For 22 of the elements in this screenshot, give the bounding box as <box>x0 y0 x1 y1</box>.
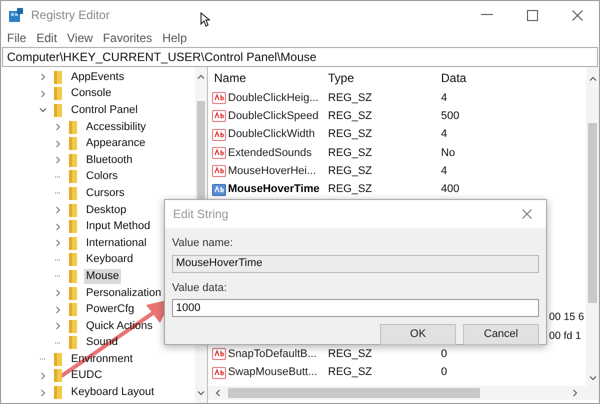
table-cell: 00 fd 1 <box>549 330 582 342</box>
table-cell: 0 <box>441 348 448 360</box>
table-cell: REG_SZ <box>328 128 372 140</box>
table-cell: 0 <box>441 366 448 378</box>
table-cell: 00 15 6 <box>549 311 584 324</box>
table-cell: REG_SZ <box>328 183 372 196</box>
table-cell: REG_SZ <box>328 165 372 178</box>
table-cell: 4 <box>441 128 448 140</box>
table-cell: REG_SZ <box>328 110 372 122</box>
window-title: Registry Editor <box>31 7 110 24</box>
table-cell: REG_SZ <box>328 92 372 104</box>
table-cell: 400 <box>441 183 460 196</box>
table-cell: 4 <box>441 165 448 178</box>
table-cell: 500 <box>441 110 460 122</box>
dialog-title: Edit String <box>173 206 228 223</box>
table-cell: 4 <box>441 92 448 104</box>
table-cell: REG_SZ <box>328 146 372 159</box>
table-cell: REG_SZ <box>328 348 372 360</box>
table-cell: REG_SZ <box>328 366 372 378</box>
field-label: Value name: <box>172 236 234 251</box>
table-cell: No <box>441 146 456 159</box>
field-label: Value data: <box>172 280 228 296</box>
